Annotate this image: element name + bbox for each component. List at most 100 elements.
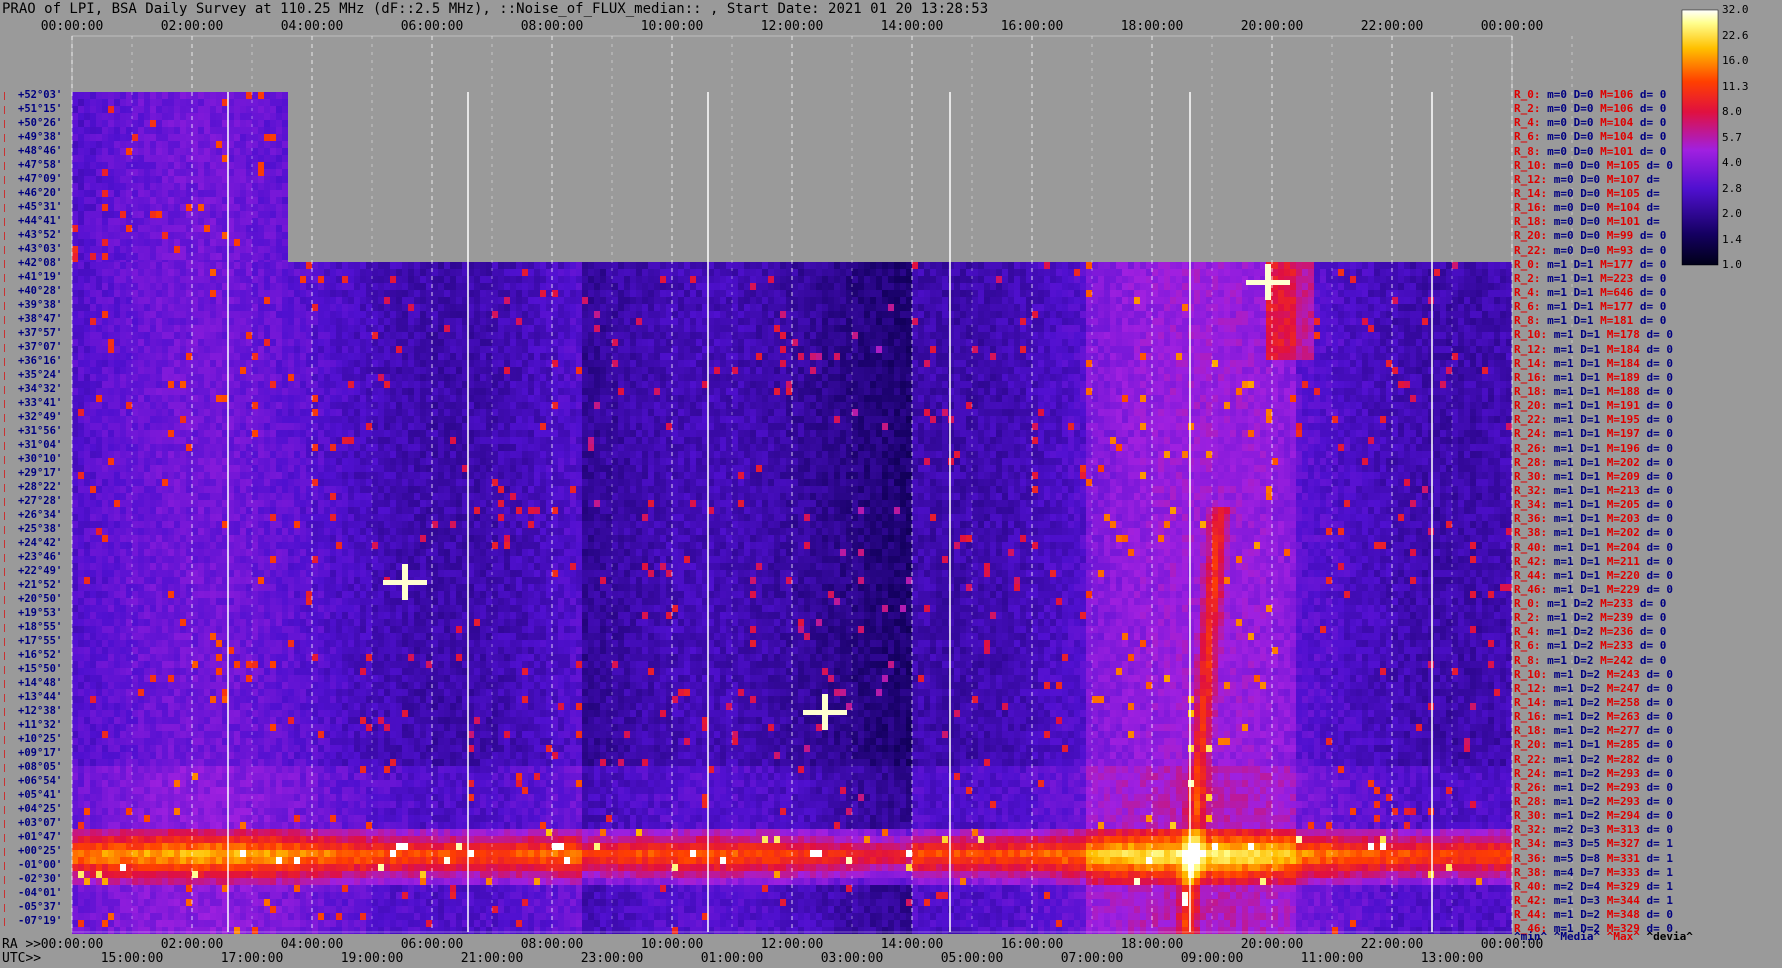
heat-cell	[1140, 332, 1146, 339]
heat-cell	[1020, 325, 1026, 332]
heat-cell	[366, 339, 372, 346]
heat-cell	[582, 367, 588, 374]
heat-cell	[198, 225, 204, 232]
heat-cell	[534, 318, 540, 325]
heat-cell	[936, 290, 942, 297]
heat-cell	[1326, 311, 1332, 318]
heat-cell	[348, 360, 354, 367]
heat-cell	[684, 269, 690, 276]
heat-cell	[1476, 283, 1482, 290]
heat-cell	[276, 141, 282, 148]
heat-cell	[1122, 262, 1128, 269]
heat-cell	[834, 332, 840, 339]
heat-cell	[1476, 318, 1482, 325]
heat-cell	[522, 276, 528, 283]
heat-cell	[510, 325, 516, 332]
heat-cell	[522, 262, 528, 269]
heat-cell	[510, 360, 516, 367]
heat-cell	[246, 290, 252, 297]
heat-cell	[1344, 332, 1350, 339]
heat-cell	[252, 204, 258, 211]
heat-cell	[804, 311, 810, 318]
heat-cell	[402, 311, 408, 318]
heat-cell	[78, 304, 84, 311]
heat-cell	[1434, 325, 1440, 332]
heat-cell	[234, 113, 240, 120]
heat-cell	[138, 262, 144, 269]
heat-cell	[1116, 367, 1122, 374]
heat-cell	[756, 311, 762, 318]
heat-cell	[144, 148, 150, 155]
heat-cell	[426, 339, 432, 346]
heat-cell	[84, 141, 90, 148]
heat-cell	[1302, 360, 1308, 367]
heat-cell	[654, 339, 660, 346]
heat-cell	[90, 304, 96, 311]
heat-cell	[1122, 367, 1128, 374]
heat-cell	[198, 197, 204, 204]
heat-cell	[1110, 283, 1116, 290]
heat-cell	[846, 318, 852, 325]
heat-cell	[552, 276, 558, 283]
heat-cell	[840, 367, 846, 374]
heat-cell	[1056, 353, 1062, 360]
heat-cell	[1062, 269, 1068, 276]
heat-cell	[540, 276, 546, 283]
heat-cell	[642, 311, 648, 318]
heat-cell	[156, 232, 162, 239]
heat-cell	[852, 283, 858, 290]
heat-cell	[492, 297, 498, 304]
heat-cell	[564, 269, 570, 276]
heat-cell	[258, 148, 264, 155]
heat-cell	[402, 339, 408, 346]
heat-cell	[1170, 290, 1176, 297]
heat-cell	[108, 360, 114, 367]
heat-cell	[876, 374, 882, 381]
heat-cell	[474, 262, 480, 269]
heat-cell	[414, 269, 420, 276]
heat-cell	[492, 290, 498, 297]
heat-cell	[492, 360, 498, 367]
heat-cell	[396, 353, 402, 360]
heat-cell	[318, 374, 324, 381]
heat-cell	[870, 332, 876, 339]
heat-cell	[786, 374, 792, 381]
heat-cell	[342, 262, 348, 269]
heat-cell	[1392, 269, 1398, 276]
heat-cell	[708, 297, 714, 304]
heat-cell	[612, 269, 618, 276]
heat-cell	[780, 297, 786, 304]
heat-cell	[114, 155, 120, 162]
heat-cell	[1026, 360, 1032, 367]
heat-cell	[366, 332, 372, 339]
heat-cell	[762, 360, 768, 367]
heat-cell	[1044, 325, 1050, 332]
heat-cell	[504, 325, 510, 332]
heat-cell	[474, 332, 480, 339]
heat-cell	[96, 197, 102, 204]
heat-cell	[528, 374, 534, 381]
heat-cell	[618, 367, 624, 374]
heat-cell	[240, 304, 246, 311]
heat-cell	[1170, 262, 1176, 269]
heat-cell	[270, 374, 276, 381]
heat-cell	[1050, 346, 1056, 353]
heat-cell	[684, 304, 690, 311]
heat-cell	[108, 332, 114, 339]
heat-cell	[1236, 374, 1242, 381]
heat-cell	[594, 304, 600, 311]
heat-cell	[1224, 269, 1230, 276]
heat-cell	[132, 346, 138, 353]
heat-cell	[84, 353, 90, 360]
heat-cell	[246, 190, 252, 197]
heat-cell	[126, 197, 132, 204]
heat-cell	[624, 269, 630, 276]
heat-cell	[834, 339, 840, 346]
heat-cell	[342, 339, 348, 346]
heat-cell	[642, 269, 648, 276]
heat-cell	[1296, 353, 1302, 360]
heat-cell	[684, 283, 690, 290]
heat-cell	[1416, 332, 1422, 339]
heat-cell	[600, 304, 606, 311]
heat-cell	[1458, 283, 1464, 290]
